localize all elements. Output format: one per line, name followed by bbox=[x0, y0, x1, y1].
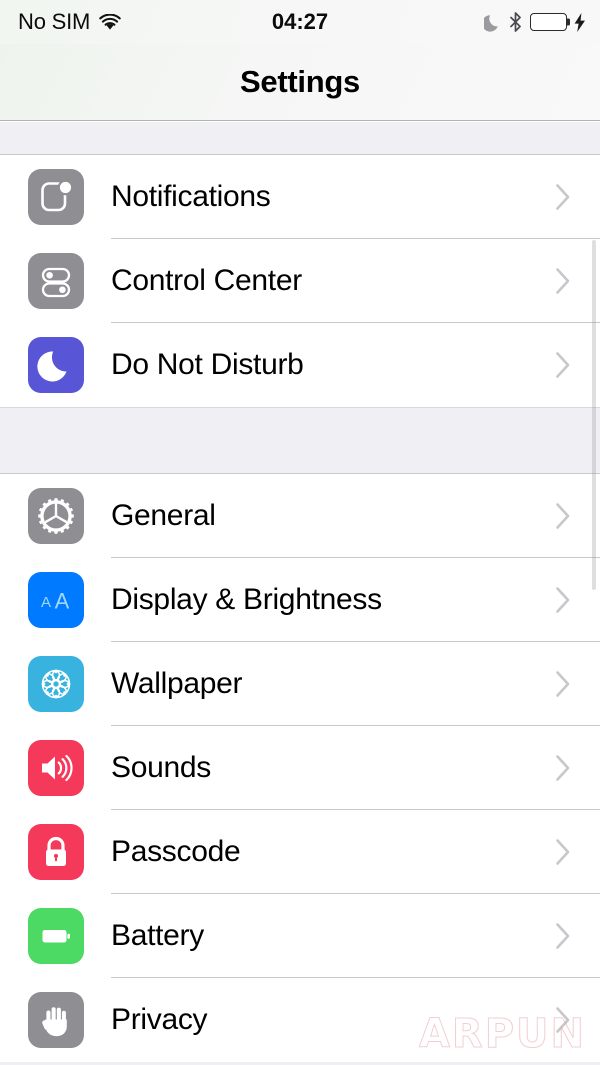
lock-icon bbox=[28, 824, 84, 880]
clock-label: 04:27 bbox=[271, 9, 329, 34]
settings-row-label: Privacy bbox=[111, 1003, 208, 1036]
chevron-right-icon bbox=[555, 267, 571, 295]
settings-list[interactable]: Notifications Control Center Do Not Dist… bbox=[0, 122, 600, 1065]
svg-text:A: A bbox=[55, 589, 70, 614]
settings-row-notifications[interactable]: Notifications bbox=[0, 155, 600, 239]
settings-row-label: Wallpaper bbox=[111, 667, 243, 700]
status-bar-right bbox=[484, 12, 586, 32]
moon-icon bbox=[484, 13, 501, 32]
wifi-icon bbox=[99, 13, 121, 31]
settings-row-label: Display & Brightness bbox=[111, 583, 382, 616]
chevron-right-icon bbox=[555, 670, 571, 698]
status-bar: No SIM 04:27 bbox=[0, 0, 600, 44]
control-center-icon bbox=[28, 253, 84, 309]
settings-row-label: Sounds bbox=[111, 751, 211, 784]
settings-row-label: Notifications bbox=[111, 180, 271, 213]
chevron-right-icon bbox=[555, 586, 571, 614]
chevron-right-icon bbox=[555, 838, 571, 866]
settings-row-battery[interactable]: Battery bbox=[0, 894, 600, 978]
settings-screen: No SIM 04:27 Settings Notifications Cont… bbox=[0, 0, 600, 1065]
status-bar-left: No SIM bbox=[18, 11, 121, 33]
notifications-icon bbox=[28, 169, 84, 225]
page-title: Settings bbox=[240, 64, 360, 99]
settings-row-label: Battery bbox=[111, 919, 204, 952]
settings-row-label: Control Center bbox=[111, 264, 302, 297]
svg-text:A: A bbox=[41, 594, 51, 611]
group-spacer-top bbox=[0, 122, 600, 155]
settings-row-display-brightness[interactable]: A A Display & Brightness bbox=[0, 558, 600, 642]
settings-row-privacy[interactable]: Privacy bbox=[0, 978, 600, 1062]
vertical-scrollbar[interactable] bbox=[592, 240, 596, 590]
group-spacer-middle bbox=[0, 407, 600, 474]
settings-row-passcode[interactable]: Passcode bbox=[0, 810, 600, 894]
flower-icon bbox=[28, 656, 84, 712]
settings-row-general[interactable]: General bbox=[0, 474, 600, 558]
battery-icon bbox=[530, 13, 567, 31]
navigation-bar: Settings bbox=[0, 44, 600, 121]
hand-icon bbox=[28, 992, 84, 1048]
bluetooth-icon bbox=[509, 12, 522, 32]
settings-row-do-not-disturb[interactable]: Do Not Disturb bbox=[0, 323, 600, 407]
gear-icon bbox=[28, 488, 84, 544]
lightning-bolt-icon bbox=[574, 12, 586, 32]
settings-row-sounds[interactable]: Sounds bbox=[0, 726, 600, 810]
chevron-right-icon bbox=[555, 183, 571, 211]
chevron-right-icon bbox=[555, 922, 571, 950]
carrier-label: No SIM bbox=[18, 9, 91, 34]
settings-row-label: General bbox=[111, 499, 216, 532]
settings-group-1: Notifications Control Center Do Not Dist… bbox=[0, 155, 600, 407]
moon-icon bbox=[28, 337, 84, 393]
chevron-right-icon bbox=[555, 502, 571, 530]
battery-icon bbox=[28, 908, 84, 964]
chevron-right-icon bbox=[555, 351, 571, 379]
settings-row-wallpaper[interactable]: Wallpaper bbox=[0, 642, 600, 726]
settings-row-control-center[interactable]: Control Center bbox=[0, 239, 600, 323]
settings-group-2: General A A Display & Brightness Wallpap… bbox=[0, 474, 600, 1062]
text-size-aa-icon: A A bbox=[28, 572, 84, 628]
speaker-icon bbox=[28, 740, 84, 796]
settings-row-label: Passcode bbox=[111, 835, 241, 868]
chevron-right-icon bbox=[555, 1006, 571, 1034]
chevron-right-icon bbox=[555, 754, 571, 782]
settings-row-label: Do Not Disturb bbox=[111, 348, 304, 381]
